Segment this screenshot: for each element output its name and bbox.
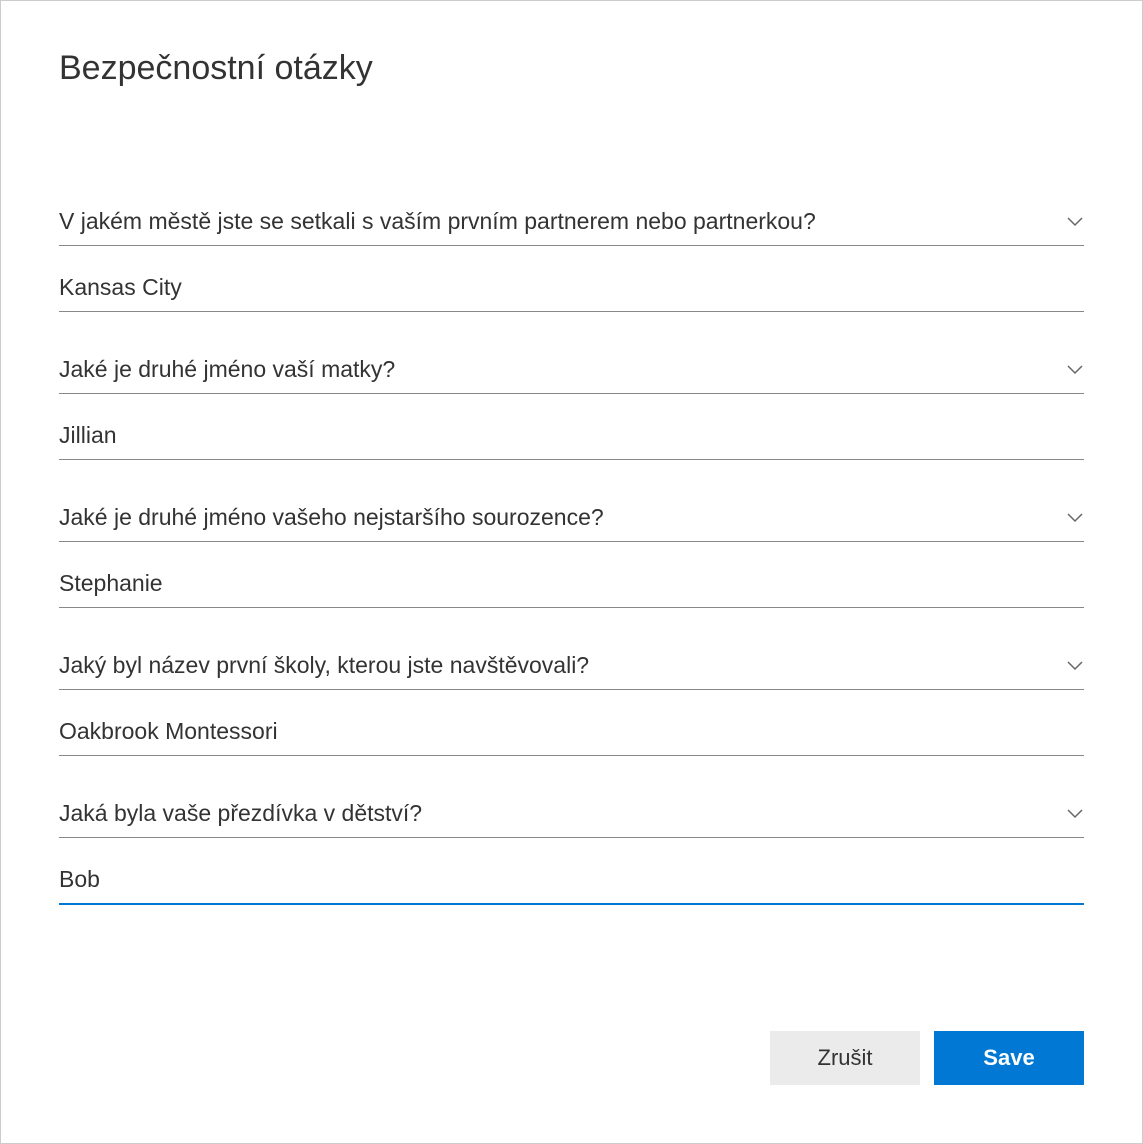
answer-input-5[interactable]: Bob — [59, 866, 1084, 905]
answer-value-2: Jillian — [59, 422, 117, 448]
save-button[interactable]: Save — [934, 1031, 1084, 1085]
answer-value-1: Kansas City — [59, 274, 182, 300]
question-dropdown-1[interactable]: V jakém městě jste se setkali s vaším pr… — [59, 208, 1084, 246]
question-group-1: V jakém městě jste se setkali s vaším pr… — [59, 208, 1084, 312]
question-group-3: Jaké je druhé jméno vašeho nejstaršího s… — [59, 504, 1084, 608]
chevron-down-icon — [1066, 213, 1084, 231]
answer-input-3[interactable]: Stephanie — [59, 570, 1084, 608]
page-title: Bezpečnostní otázky — [59, 49, 1084, 88]
question-label-1: V jakém městě jste se setkali s vaším pr… — [59, 208, 816, 235]
answer-input-2[interactable]: Jillian — [59, 422, 1084, 460]
chevron-down-icon — [1066, 657, 1084, 675]
question-dropdown-3[interactable]: Jaké je druhé jméno vašeho nejstaršího s… — [59, 504, 1084, 542]
question-label-2: Jaké je druhé jméno vaší matky? — [59, 356, 395, 383]
chevron-down-icon — [1066, 805, 1084, 823]
question-group-5: Jaká byla vaše přezdívka v dětství? Bob — [59, 800, 1084, 905]
chevron-down-icon — [1066, 509, 1084, 527]
question-group-4: Jaký byl název první školy, kterou jste … — [59, 652, 1084, 756]
answer-value-3: Stephanie — [59, 570, 163, 596]
question-label-3: Jaké je druhé jméno vašeho nejstaršího s… — [59, 504, 604, 531]
question-group-2: Jaké je druhé jméno vaší matky? Jillian — [59, 356, 1084, 460]
security-questions-form: V jakém městě jste se setkali s vaším pr… — [59, 208, 1084, 905]
question-dropdown-5[interactable]: Jaká byla vaše přezdívka v dětství? — [59, 800, 1084, 838]
question-label-4: Jaký byl název první školy, kterou jste … — [59, 652, 589, 679]
button-row: Zrušit Save — [770, 1031, 1084, 1085]
answer-input-1[interactable]: Kansas City — [59, 274, 1084, 312]
chevron-down-icon — [1066, 361, 1084, 379]
answer-input-4[interactable]: Oakbrook Montessori — [59, 718, 1084, 756]
answer-value-4: Oakbrook Montessori — [59, 718, 278, 744]
cancel-button[interactable]: Zrušit — [770, 1031, 920, 1085]
question-dropdown-2[interactable]: Jaké je druhé jméno vaší matky? — [59, 356, 1084, 394]
question-dropdown-4[interactable]: Jaký byl název první školy, kterou jste … — [59, 652, 1084, 690]
answer-value-5: Bob — [59, 866, 100, 892]
question-label-5: Jaká byla vaše přezdívka v dětství? — [59, 800, 422, 827]
